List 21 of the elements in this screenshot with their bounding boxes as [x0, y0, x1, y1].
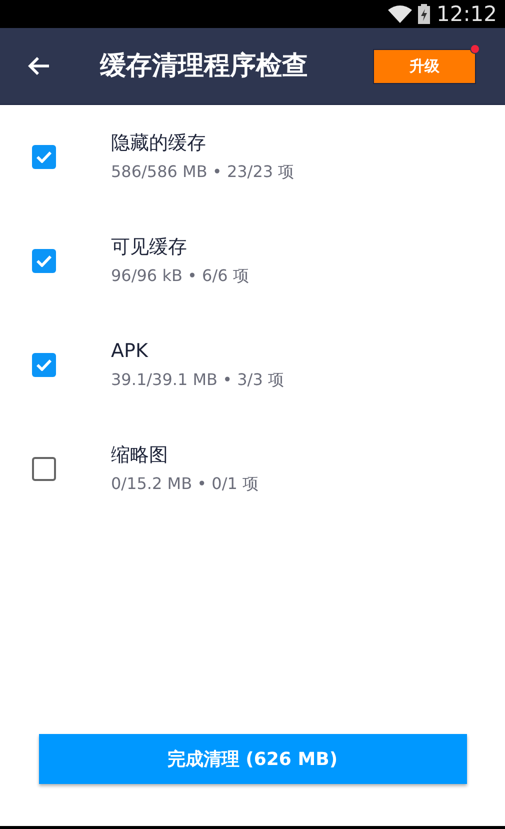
item-title: 隐藏的缓存 [111, 132, 207, 156]
battery-icon [418, 4, 430, 24]
item-detail: 586/586 MB • 23/23 项 [111, 162, 294, 182]
checkmark-icon [36, 359, 52, 371]
item-title: APK [111, 340, 150, 364]
finish-cleaning-button[interactable]: 完成清理 (626 MB) [38, 734, 466, 784]
item-title: 缩略图 [111, 444, 169, 468]
wifi-icon [388, 5, 412, 23]
checkmark-icon [36, 255, 52, 267]
item-detail: 96/96 kB • 6/6 项 [111, 266, 249, 286]
item-detail: 39.1/39.1 MB • 3/3 项 [111, 370, 284, 390]
clock-time: 12:12 [436, 4, 497, 24]
checkbox[interactable] [32, 249, 56, 273]
item-detail: 0/15.2 MB • 0/1 项 [111, 474, 259, 494]
checkbox[interactable] [32, 145, 56, 169]
back-arrow-icon [27, 56, 51, 76]
item-title: 可见缓存 [111, 236, 188, 260]
page-title: 缓存清理程序检查 [100, 50, 308, 82]
checkbox[interactable] [32, 353, 56, 377]
checkbox[interactable] [32, 457, 56, 481]
checkmark-icon [36, 151, 52, 163]
